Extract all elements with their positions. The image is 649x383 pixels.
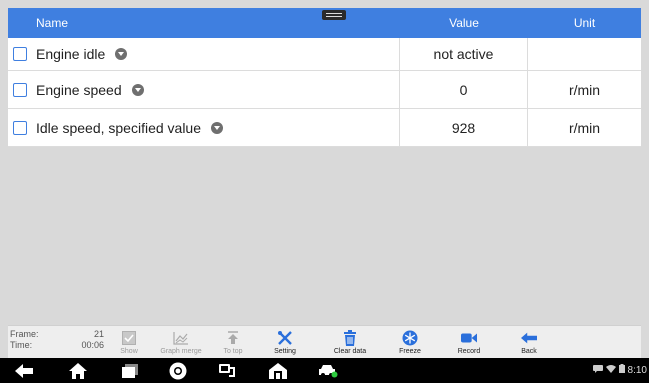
back-arrow-icon[interactable]: [14, 361, 34, 381]
setting-button[interactable]: Setting: [254, 326, 316, 358]
frame-label: Frame:: [10, 329, 39, 339]
table-header: Name Value Unit: [8, 8, 641, 38]
clear-data-button[interactable]: Clear data: [316, 326, 384, 358]
wifi-icon: [605, 364, 616, 376]
frame-info: Frame: 21 Time: 00:06: [8, 326, 108, 358]
home-icon[interactable]: [68, 361, 88, 381]
row-name-cell: Engine idle: [8, 38, 400, 70]
bottom-toolbar: Frame: 21 Time: 00:06 Show Graph merge T…: [8, 325, 641, 358]
record-button[interactable]: Record: [436, 326, 502, 358]
status-area: 8:10: [592, 364, 647, 376]
record-label: Record: [457, 348, 481, 355]
row-name-cell: Engine speed: [8, 71, 400, 108]
to-top-button[interactable]: To top: [212, 326, 254, 358]
table-row: Engine speed 0 r/min: [8, 71, 641, 109]
row-value: 0: [400, 71, 528, 108]
row-value: 928: [400, 109, 528, 146]
freeze-button[interactable]: Freeze: [384, 326, 436, 358]
video-camera-icon: [461, 330, 477, 346]
recent-apps-icon[interactable]: [120, 361, 140, 381]
table-row: Idle speed, specified value 928 r/min: [8, 109, 641, 147]
back-label: Back: [521, 348, 537, 355]
browser-icon[interactable]: [168, 361, 188, 381]
trash-icon: [342, 330, 358, 346]
time-label: Time:: [10, 340, 33, 350]
arrow-up-icon: [225, 330, 241, 346]
row-unit: [528, 38, 641, 70]
wrench-screwdriver-icon: [277, 330, 293, 346]
row-name: Engine speed: [36, 81, 122, 98]
system-navigation-bar: 8:10: [0, 358, 649, 383]
row-name: Engine idle: [36, 46, 106, 62]
row-name-cell: Idle speed, specified value: [8, 109, 400, 146]
row-unit: r/min: [568, 81, 601, 98]
show-button[interactable]: Show: [108, 326, 150, 358]
to-top-label: To top: [223, 348, 243, 355]
table-row: Engine idle not active: [8, 38, 641, 71]
home-garage-icon[interactable]: [268, 361, 288, 381]
frame-value: 21: [93, 329, 104, 339]
column-header-value[interactable]: Value: [400, 16, 528, 30]
row-value: not active: [400, 38, 528, 70]
info-dropdown-icon[interactable]: [131, 83, 144, 96]
setting-label: Setting: [274, 348, 296, 355]
snowflake-icon: [402, 330, 418, 346]
row-checkbox[interactable]: [13, 120, 27, 135]
chat-icon: [592, 364, 603, 376]
row-checkbox[interactable]: [13, 82, 27, 97]
column-header-unit[interactable]: Unit: [528, 16, 641, 30]
car-icon[interactable]: [318, 361, 338, 381]
graph-merge-button[interactable]: Graph merge: [150, 326, 212, 358]
row-checkbox[interactable]: [13, 47, 27, 61]
show-label: Show: [120, 348, 138, 355]
graph-merge-label: Graph merge: [160, 348, 202, 355]
screen: Name Value Unit Engine idle not active E…: [0, 0, 649, 383]
battery-icon: [618, 364, 625, 376]
checkbox-icon: [121, 330, 137, 346]
arrow-left-icon: [521, 330, 537, 346]
vci-connector-icon[interactable]: [218, 361, 238, 381]
drag-handle-icon[interactable]: [322, 10, 346, 20]
graph-merge-icon: [173, 330, 189, 346]
freeze-label: Freeze: [399, 348, 421, 355]
row-unit: r/min: [568, 119, 601, 136]
back-button[interactable]: Back: [502, 326, 556, 358]
info-dropdown-icon[interactable]: [115, 48, 128, 60]
time-value: 00:06: [81, 340, 104, 350]
info-dropdown-icon[interactable]: [211, 121, 223, 134]
data-table: Engine idle not active Engine speed 0 r/…: [8, 38, 641, 147]
clock: 8:10: [627, 364, 647, 376]
clear-data-label: Clear data: [333, 348, 367, 355]
row-name: Idle speed, specified value: [36, 119, 201, 136]
